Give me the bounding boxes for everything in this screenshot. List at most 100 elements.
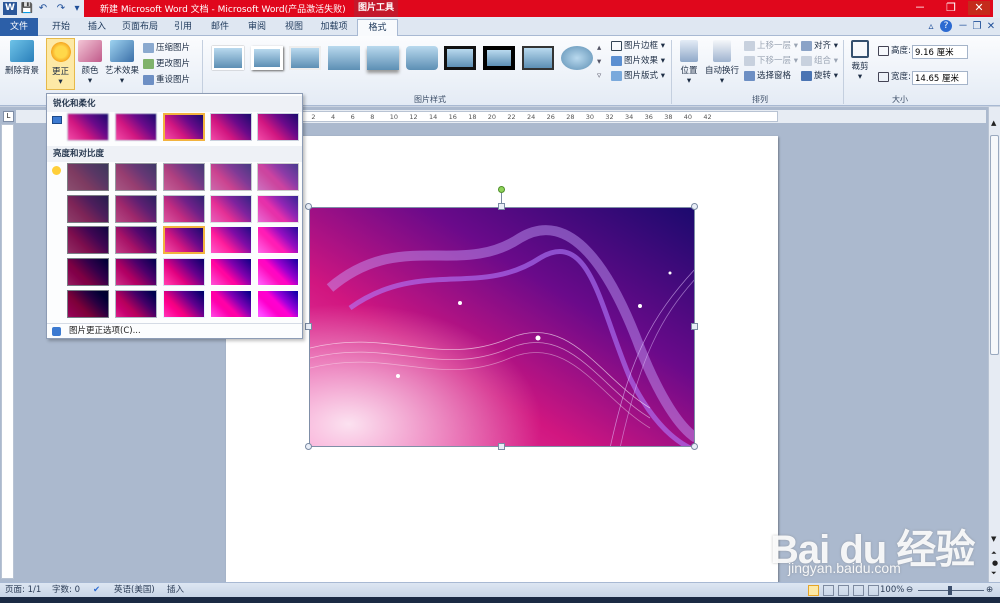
tab-format[interactable]: 格式	[357, 19, 398, 37]
tab-home[interactable]: 开始	[44, 19, 78, 36]
brightness-contrast-option[interactable]	[67, 290, 109, 318]
tab-mailings[interactable]: 邮件	[203, 19, 237, 36]
color-button[interactable]: 颜色 ▾	[78, 38, 102, 86]
picture-style-2[interactable]	[251, 46, 283, 70]
selection-pane-button[interactable]: 选择窗格	[744, 69, 791, 83]
picture-style-3[interactable]	[289, 46, 321, 70]
brightness-contrast-option[interactable]	[163, 226, 205, 254]
word-app-icon[interactable]: W	[3, 2, 17, 15]
doc-minimize-icon[interactable]: －	[956, 20, 970, 34]
bring-forward-button[interactable]: 上移一层 ▾	[744, 39, 798, 53]
brightness-contrast-option[interactable]	[67, 195, 109, 223]
vertical-ruler[interactable]	[1, 124, 14, 579]
redo-icon[interactable]: ↷	[54, 2, 68, 15]
group-button[interactable]: 组合 ▾	[801, 54, 838, 68]
select-browse-object-icon[interactable]: ●	[992, 559, 998, 567]
brightness-contrast-option[interactable]	[67, 163, 109, 191]
picture-style-6[interactable]	[406, 46, 438, 70]
picture-effects-button[interactable]: 图片效果 ▾	[611, 54, 665, 68]
tab-review[interactable]: 审阅	[240, 19, 274, 36]
brightness-contrast-option[interactable]	[67, 258, 109, 286]
doc-restore-icon[interactable]: ❐	[970, 20, 984, 34]
close-button[interactable]: ✕	[968, 1, 990, 15]
doc-close-icon[interactable]: ✕	[984, 20, 998, 34]
prev-page-icon[interactable]: ⏶	[991, 549, 997, 558]
compress-pictures-button[interactable]: 压缩图片	[143, 41, 190, 55]
resize-handle-bottom-left[interactable]	[305, 443, 312, 450]
resize-handle-right[interactable]	[691, 323, 698, 330]
picture-style-5[interactable]	[367, 46, 399, 70]
tab-page-layout[interactable]: 页面布局	[117, 19, 163, 36]
brightness-contrast-option[interactable]	[210, 290, 252, 318]
sharpen-option[interactable]	[163, 113, 205, 141]
status-page[interactable]: 页面: 1/1	[5, 584, 41, 597]
tab-insert[interactable]: 插入	[80, 19, 114, 36]
scroll-thumb[interactable]	[990, 135, 999, 355]
scroll-up-arrow[interactable]: ▲	[991, 119, 996, 127]
picture-style-1[interactable]	[212, 46, 244, 70]
tab-selector[interactable]: L	[3, 111, 14, 122]
gallery-scroll-down[interactable]: ▾	[597, 55, 601, 69]
gallery-scroll-up[interactable]: ▴	[597, 41, 601, 55]
scroll-down-arrow[interactable]: ▼	[991, 535, 996, 543]
view-full-screen-icon[interactable]	[823, 585, 834, 596]
crop-button[interactable]: 裁剪 ▾	[847, 38, 873, 82]
brightness-contrast-option[interactable]	[257, 226, 299, 254]
status-words[interactable]: 字数: 0	[52, 584, 80, 597]
minimize-ribbon-icon[interactable]: ▵	[924, 20, 938, 34]
brightness-contrast-option[interactable]	[115, 258, 157, 286]
status-language[interactable]: 英语(美国)	[114, 584, 155, 597]
brightness-contrast-option[interactable]	[115, 290, 157, 318]
status-insert-mode[interactable]: 插入	[167, 584, 184, 597]
restore-button[interactable]: ❐	[940, 1, 962, 15]
picture-style-7[interactable]	[444, 46, 476, 70]
brightness-contrast-option[interactable]	[210, 258, 252, 286]
picture-border-button[interactable]: 图片边框 ▾	[611, 39, 665, 53]
tab-addins[interactable]: 加载项	[314, 19, 354, 36]
brightness-contrast-option[interactable]	[163, 290, 205, 318]
zoom-slider-thumb[interactable]	[948, 586, 952, 595]
undo-icon[interactable]: ↶	[36, 2, 50, 15]
brightness-contrast-option[interactable]	[210, 163, 252, 191]
view-draft-icon[interactable]	[868, 585, 879, 596]
brightness-contrast-option[interactable]	[163, 195, 205, 223]
align-button[interactable]: 对齐 ▾	[801, 39, 838, 53]
brightness-contrast-option[interactable]	[257, 163, 299, 191]
resize-handle-top[interactable]	[498, 203, 505, 210]
sharpen-option[interactable]	[67, 113, 109, 141]
zoom-in-button[interactable]: ⊕	[986, 584, 993, 597]
brightness-contrast-option[interactable]	[210, 195, 252, 223]
vertical-scrollbar[interactable]: ▲ ▼ ⏶ ● ⏷	[988, 107, 1000, 582]
picture-style-4[interactable]	[328, 46, 360, 70]
view-outline-icon[interactable]	[853, 585, 864, 596]
resize-handle-bottom[interactable]	[498, 443, 505, 450]
rotate-handle[interactable]	[498, 186, 505, 193]
send-backward-button[interactable]: 下移一层 ▾	[744, 54, 798, 68]
sharpen-option[interactable]	[115, 113, 157, 141]
brightness-contrast-option[interactable]	[67, 226, 109, 254]
width-input[interactable]	[912, 71, 968, 85]
zoom-out-button[interactable]: ⊖	[906, 584, 913, 597]
view-print-layout-icon[interactable]	[808, 585, 819, 596]
brightness-contrast-option[interactable]	[115, 195, 157, 223]
zoom-level[interactable]: 100%	[880, 584, 904, 597]
height-input[interactable]	[912, 45, 968, 59]
change-picture-button[interactable]: 更改图片	[143, 57, 190, 71]
resize-handle-top-right[interactable]	[691, 203, 698, 210]
sharpen-option[interactable]	[210, 113, 252, 141]
artistic-effects-button[interactable]: 艺术效果 ▾	[104, 38, 140, 86]
minimize-button[interactable]: －	[909, 1, 931, 15]
resize-handle-left[interactable]	[305, 323, 312, 330]
picture-style-9[interactable]	[522, 46, 554, 70]
picture-style-10[interactable]	[561, 46, 593, 70]
help-icon[interactable]: ?	[940, 20, 952, 32]
brightness-contrast-option[interactable]	[257, 258, 299, 286]
customize-qat-icon[interactable]: ▾	[70, 2, 84, 15]
reset-picture-button[interactable]: 重设图片	[143, 73, 190, 87]
wrap-text-button[interactable]: 自动换行 ▾	[704, 38, 740, 86]
picture-style-8[interactable]	[483, 46, 515, 70]
next-page-icon[interactable]: ⏷	[991, 569, 997, 578]
brightness-contrast-option[interactable]	[210, 226, 252, 254]
view-web-layout-icon[interactable]	[838, 585, 849, 596]
tab-file[interactable]: 文件	[0, 18, 38, 36]
